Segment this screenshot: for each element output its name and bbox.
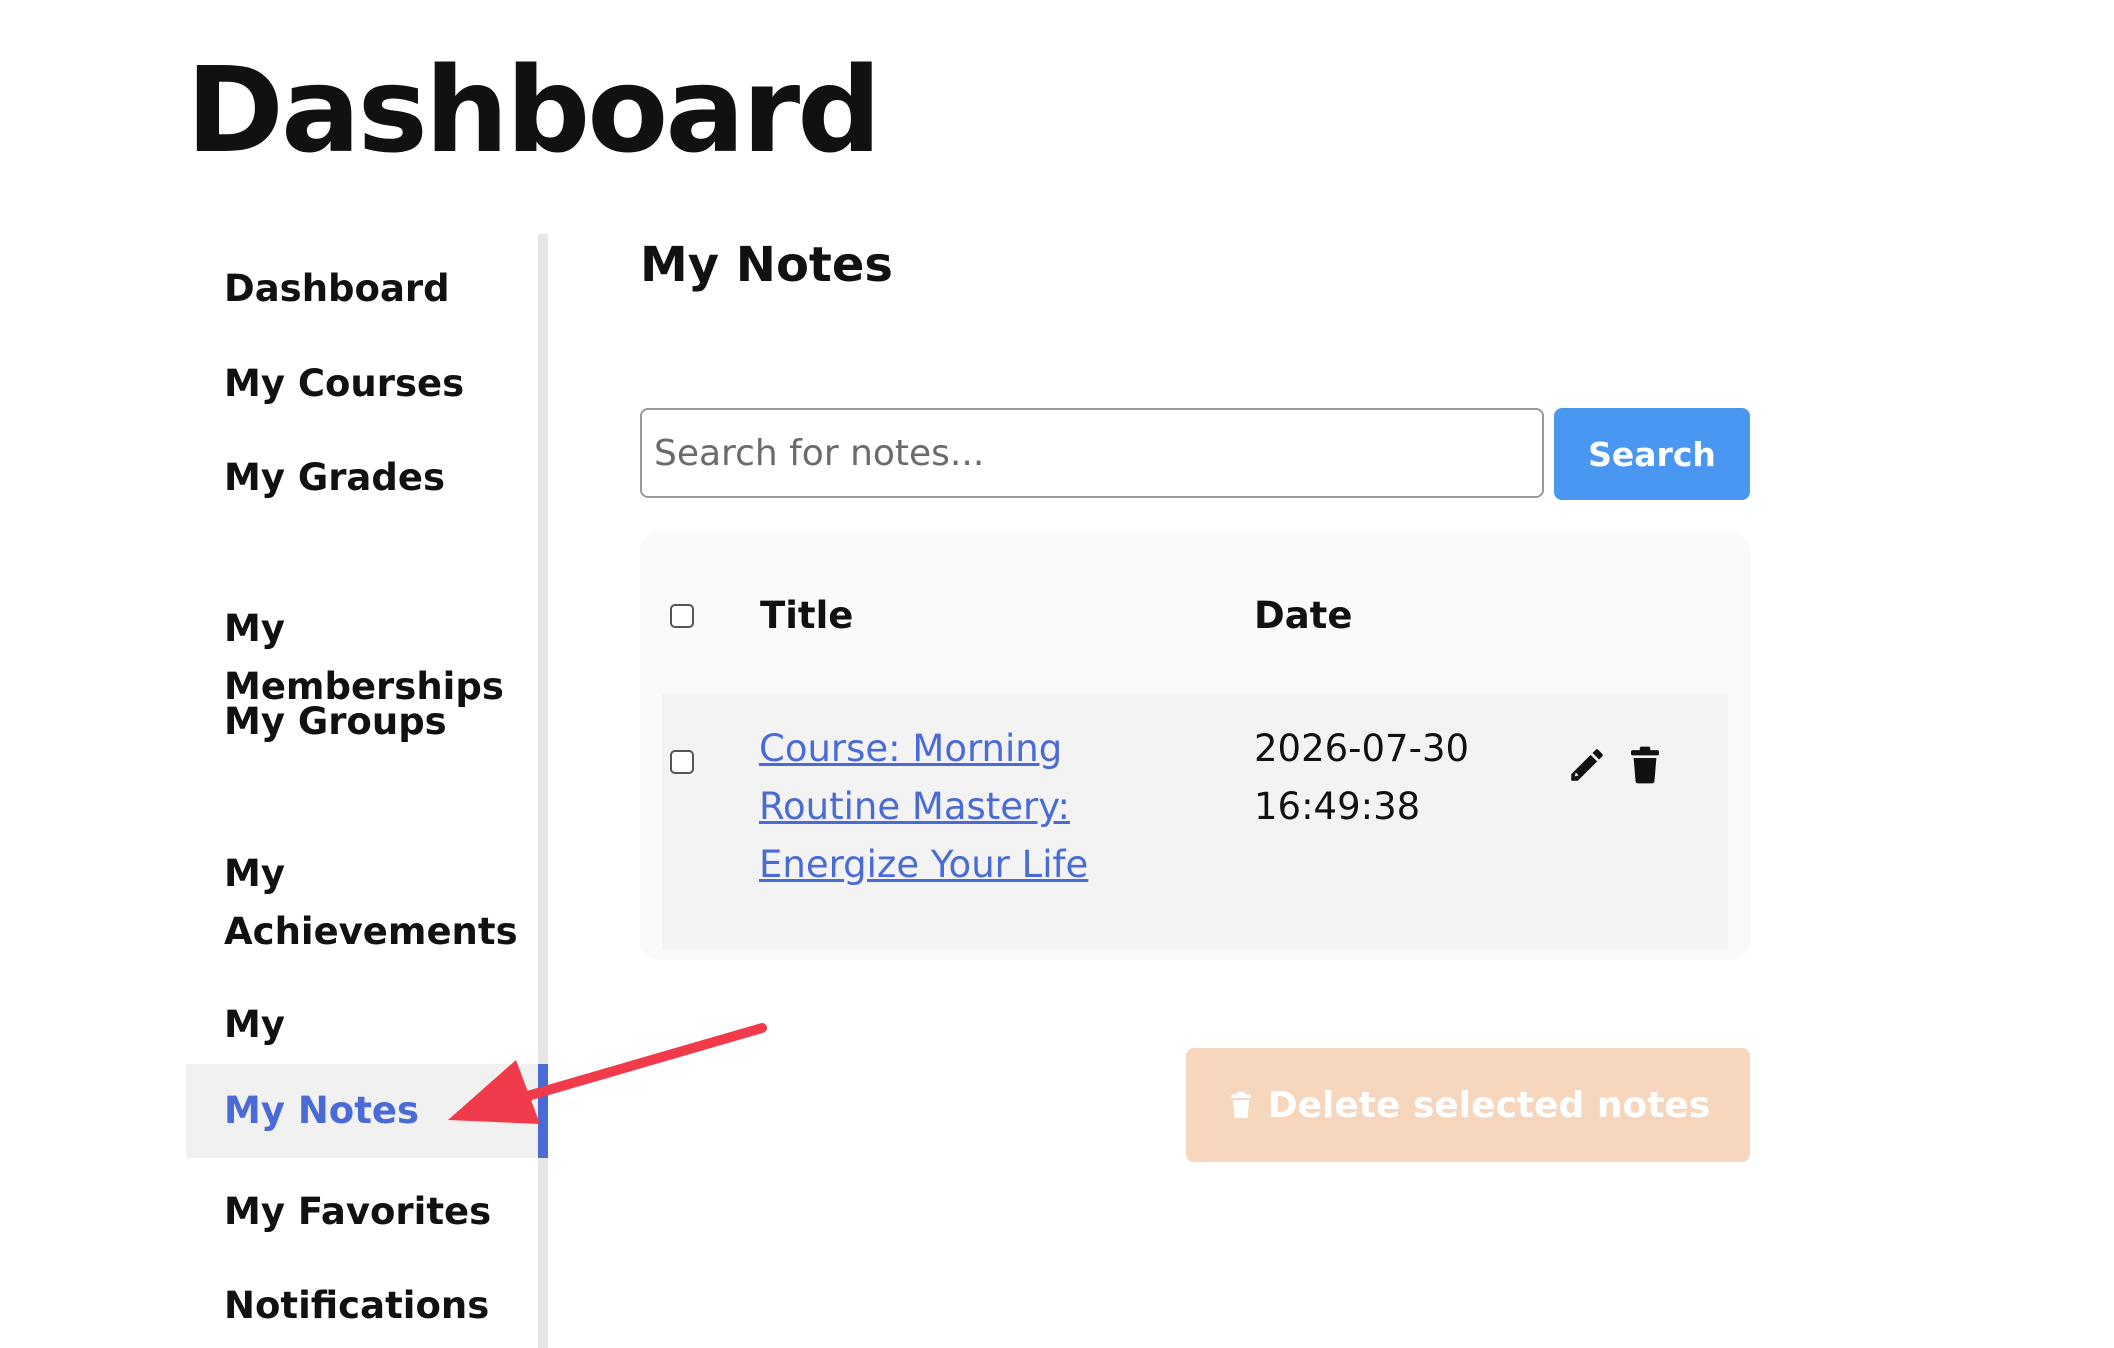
table-row: Course: Morning Routine Mastery: Energiz… bbox=[662, 694, 1728, 950]
sidebar-item-label: My Groups bbox=[224, 700, 447, 743]
trash-icon bbox=[1230, 1091, 1251, 1119]
section-title: My Notes bbox=[640, 237, 893, 293]
trash-icon[interactable] bbox=[1624, 744, 1666, 786]
sidebar-item-label: My Favorites bbox=[224, 1190, 492, 1233]
sidebar-item-my-groups[interactable]: My Groups bbox=[186, 693, 538, 751]
column-header-date: Date bbox=[1254, 594, 1353, 637]
sidebar-item-dashboard[interactable]: Dashboard bbox=[186, 260, 538, 318]
sidebar-item-label: My Grades bbox=[224, 456, 446, 499]
sidebar-item-my-grades[interactable]: My Grades bbox=[186, 449, 538, 507]
sidebar-item-my-favorites[interactable]: My Favorites bbox=[186, 1183, 538, 1241]
sidebar-item-notifications[interactable]: Notifications bbox=[186, 1277, 538, 1335]
sidebar-item-my-achievements[interactable]: My Achievements bbox=[186, 787, 538, 961]
sidebar-item-label: Dashboard bbox=[224, 267, 450, 310]
note-date: 2026-07-30 16:49:38 bbox=[1254, 727, 1470, 828]
delete-selected-button[interactable]: Delete selected notes bbox=[1186, 1048, 1750, 1162]
sidebar-item-my-memberships[interactable]: My Memberships bbox=[186, 542, 538, 716]
note-title-link[interactable]: Course: Morning Routine Mastery: Energiz… bbox=[759, 720, 1099, 894]
sidebar-item-my-notes[interactable]: My Notes bbox=[186, 1064, 548, 1158]
column-header-title: Title bbox=[760, 594, 854, 637]
search-input[interactable] bbox=[640, 408, 1544, 498]
page-title: Dashboard bbox=[186, 41, 882, 179]
sidebar-item-my-courses[interactable]: My Courses bbox=[186, 355, 538, 413]
select-all-checkbox[interactable] bbox=[670, 604, 694, 628]
sidebar: Dashboard My Courses My Grades My Member… bbox=[186, 234, 548, 1348]
notes-table: Title Date Course: Morning Routine Maste… bbox=[640, 532, 1750, 960]
sidebar-item-label: Notifications bbox=[224, 1284, 490, 1327]
sidebar-item-label: My Notes bbox=[224, 1089, 420, 1132]
delete-selected-label: Delete selected notes bbox=[1267, 1084, 1711, 1126]
search-button[interactable]: Search bbox=[1554, 408, 1750, 500]
pencil-icon[interactable] bbox=[1566, 744, 1608, 786]
sidebar-item-label: My Courses bbox=[224, 362, 465, 405]
row-checkbox[interactable] bbox=[670, 750, 694, 774]
